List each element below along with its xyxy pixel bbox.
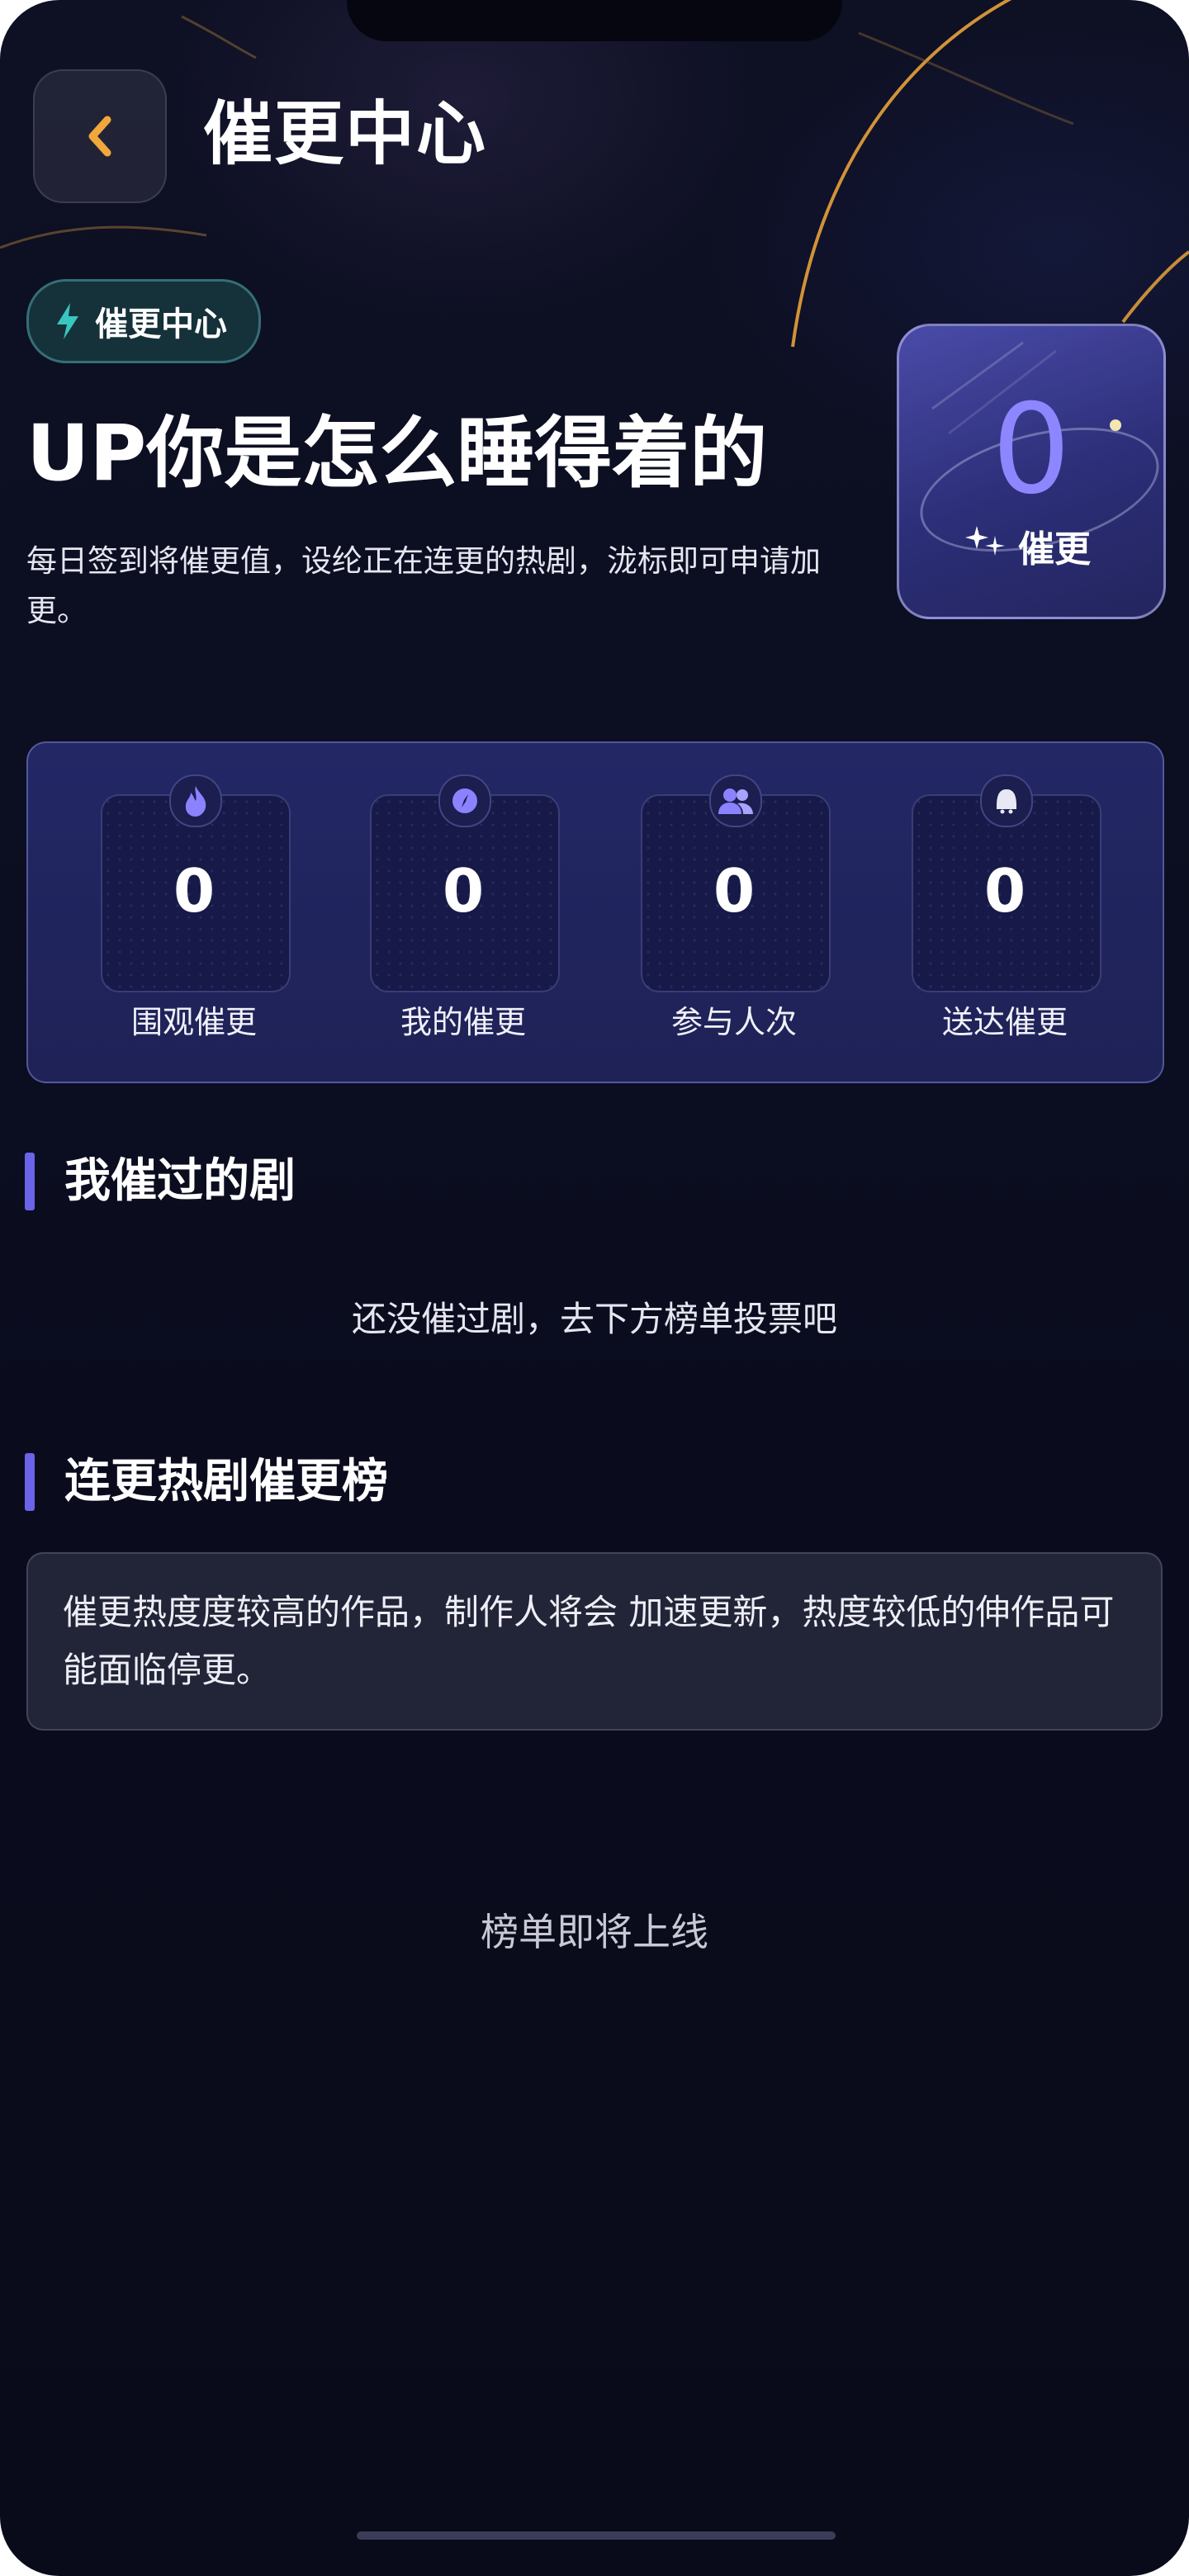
users-icon [709, 774, 762, 827]
badge-label: 催更中心 [95, 305, 227, 343]
section-badge: 催更中心 [26, 279, 261, 363]
home-indicator[interactable] [357, 2531, 836, 2540]
fire-icon [169, 774, 222, 827]
stat-label: 参与人次 [670, 1004, 797, 1040]
my-urged-title: 我催过的剧 [64, 1154, 296, 1208]
stat-label: 我的催更 [400, 1004, 526, 1040]
my-urged-empty-text: 还没催过剧，去下方榜单投票吧 [351, 1299, 837, 1339]
section-accent-bar [25, 1153, 35, 1210]
stat-value: 0 [442, 856, 485, 926]
stat-delivered[interactable]: 0 送达催更 [912, 774, 1101, 1042]
urge-card[interactable]: 0 催更 [897, 324, 1166, 619]
camera-notch [347, 0, 842, 41]
sparkle-icon [965, 526, 1005, 556]
notice-text: 催更热度度较高的作品，制作人将会 加速更新，热度较低的伸作品可能面临停更。 [63, 1592, 1115, 1690]
stat-watching[interactable]: 0 围观催更 [101, 774, 291, 1042]
stat-mine[interactable]: 0 我的催更 [370, 774, 560, 1042]
stat-label: 送达催更 [941, 1004, 1068, 1040]
ranking-notice: 催更热度度较高的作品，制作人将会 加速更新，热度较低的伸作品可能面临停更。 [26, 1552, 1163, 1731]
stat-participants[interactable]: 0 参与人次 [641, 774, 831, 1042]
hero-title: UP你是怎么睡得着的 [26, 409, 768, 499]
stat-value: 0 [713, 856, 756, 926]
hero-description: 每日签到将催更值，设纶正在连更的热剧，泷标即可申请加更。 [26, 543, 821, 628]
section-accent-bar [25, 1453, 35, 1511]
bell-icon [980, 774, 1033, 827]
app-screen: 催更中心 催更中心 UP你是怎么睡得着的 每日签到将催更值，设纶正在连更的热剧，… [0, 0, 1189, 2576]
chevron-left-icon [88, 116, 111, 157]
urge-count: 0 [992, 378, 1071, 522]
urge-label-row: 催更 [965, 519, 1091, 572]
ranking-title: 连更热剧催更榜 [64, 1455, 388, 1508]
stats-panel: 0 围观催更 0 我的催更 0 参与人次 0 送达催更 [26, 741, 1164, 1083]
urge-label: 催更 [1018, 528, 1091, 571]
stat-label: 围观催更 [130, 1004, 257, 1040]
ranking-empty-text: 榜单即将上线 [481, 1910, 708, 1954]
page-title: 催更中心 [203, 93, 488, 174]
stat-value: 0 [983, 856, 1026, 926]
back-button[interactable] [33, 69, 167, 203]
compass-icon [438, 774, 491, 827]
lightning-icon [57, 303, 78, 339]
stat-value: 0 [173, 856, 216, 926]
